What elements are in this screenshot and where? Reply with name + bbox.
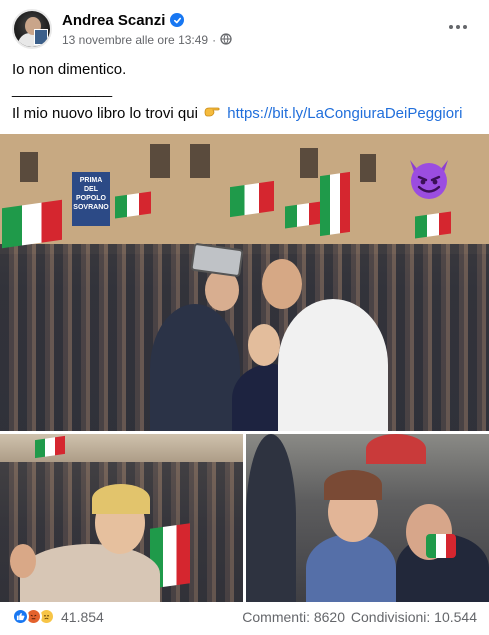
facebook-post: Andrea Scanzi 13 novembre alle ore 13:49… <box>0 0 489 635</box>
man-left-edge <box>246 434 296 602</box>
italian-flag <box>35 435 65 459</box>
raised-hand <box>10 544 36 578</box>
backhand-index-pointing-right-icon <box>204 104 221 124</box>
meta-separator: · <box>212 33 217 47</box>
post-meta: 13 novembre alle ore 13:49 · <box>62 32 232 48</box>
blonde-hair <box>92 484 150 514</box>
building-window <box>150 144 170 178</box>
message-line-3: Il mio nuovo libro lo trovi qui https://… <box>12 104 462 124</box>
woman-top <box>20 544 160 602</box>
post-header: Andrea Scanzi 13 novembre alle ore 13:49… <box>12 9 477 49</box>
protest-sign: PRIMA DEL POPOLO SOVRANO <box>72 172 110 226</box>
building-window <box>20 152 38 182</box>
author-avatar[interactable] <box>12 9 52 49</box>
reaction-count: 41.854 <box>61 608 104 625</box>
post-footer: 41.854 Commenti: 8620 Condivisioni: 10.5… <box>12 608 477 630</box>
like-icon <box>12 608 29 625</box>
message-separator-line: ____________ <box>12 81 113 98</box>
smiling-face-with-horns-icon <box>410 160 448 199</box>
more-options-icon[interactable] <box>445 17 471 37</box>
flag-face-mask <box>426 534 456 558</box>
book-promo-text: Il mio nuovo libro lo trovi qui <box>12 105 198 122</box>
globe-icon <box>220 32 232 48</box>
comments-count[interactable]: Commenti: 8620 <box>242 609 345 625</box>
post-timestamp[interactable]: 13 novembre alle ore 13:49 <box>62 33 208 47</box>
building-window <box>300 148 318 178</box>
author-name-row: Andrea Scanzi <box>62 10 185 30</box>
author-name[interactable]: Andrea Scanzi <box>62 12 165 29</box>
more-dot <box>463 25 467 29</box>
italian-flag <box>320 171 350 237</box>
italian-flag <box>230 180 274 218</box>
dark-hair <box>324 470 382 500</box>
man-in-suit <box>150 304 240 431</box>
face <box>262 259 302 309</box>
message-line-1: Io non dimentico. <box>12 61 127 78</box>
red-cap <box>366 434 426 464</box>
reactions-summary[interactable]: 41.854 <box>12 608 104 625</box>
photo-woman-selfie[interactable] <box>0 434 243 602</box>
book-link[interactable]: https://bit.ly/LaCongiuraDeiPeggiori <box>227 105 462 122</box>
more-dot <box>449 25 453 29</box>
building-window <box>360 154 376 182</box>
verified-badge-icon <box>170 13 185 27</box>
woman-blue <box>306 534 396 602</box>
building-window <box>190 144 210 178</box>
italian-flag <box>2 199 62 249</box>
more-dot <box>456 25 460 29</box>
main-photo-selfie-rally[interactable]: PRIMA DEL POPOLO SOVRANO <box>0 134 489 431</box>
shares-count[interactable]: Condivisioni: 10.544 <box>351 609 477 625</box>
avatar-book <box>34 29 48 45</box>
photo-grid: PRIMA DEL POPOLO SOVRANO <box>0 134 489 602</box>
man-white-shirt <box>278 299 388 431</box>
face <box>248 324 280 366</box>
photo-crowd-closeup[interactable] <box>246 434 489 602</box>
